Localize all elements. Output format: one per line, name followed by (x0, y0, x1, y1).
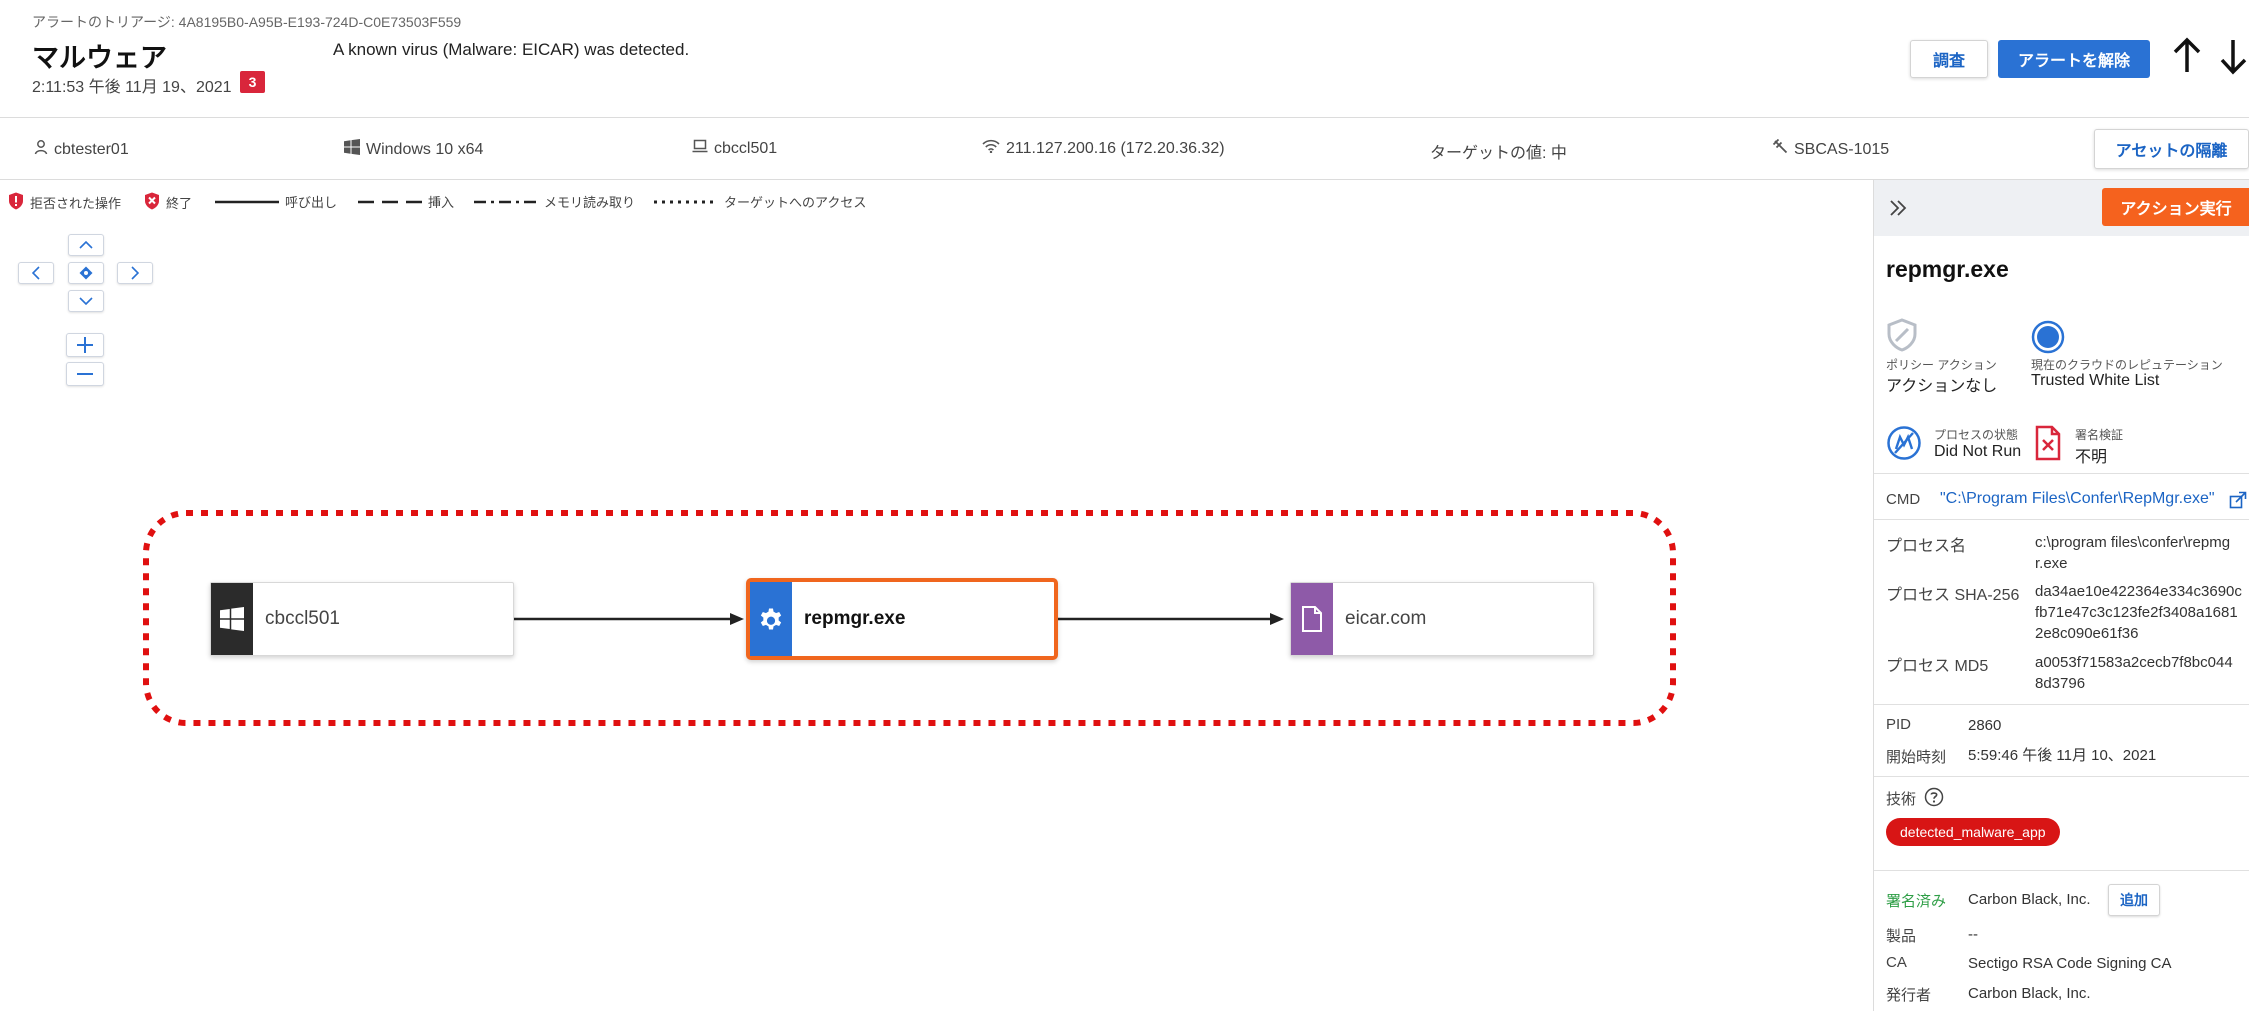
publisher-value: Carbon Black, Inc. (1968, 985, 2091, 1002)
divider (1874, 473, 2249, 474)
laptop-icon (692, 139, 708, 158)
windows-icon (344, 139, 360, 160)
pid-label: PID (1886, 716, 1912, 733)
isolate-asset-button[interactable]: アセットの隔離 (2094, 129, 2249, 169)
wifi-icon (982, 139, 1000, 158)
ca-value: Sectigo RSA Code Signing CA (1968, 955, 2172, 972)
severity-badge: 3 (240, 71, 265, 93)
product-value: -- (1968, 926, 1978, 943)
sha256-value: da34ae10e422364e334c3690c fb71e47c3c123f… (2035, 583, 2242, 642)
gear-icon (750, 582, 792, 656)
policy-action-value: アクションなし (1886, 378, 1998, 395)
graph-node-device[interactable]: cbccl501 (210, 582, 514, 656)
user-info: cbtester01 (34, 139, 129, 160)
node-label: cbccl501 (265, 608, 340, 629)
start-time-value: 5:59:46 午後 11月 10、2021 (1968, 747, 2157, 764)
shield-outline-icon (1886, 318, 1918, 357)
signature-label: 署名検証 (2075, 428, 2124, 442)
policy-action-label: ポリシー アクション (1886, 358, 1997, 372)
dismiss-alert-button[interactable]: アラートを解除 (1998, 40, 2150, 78)
device-info: cbccl501 (692, 139, 777, 158)
publisher-label: 発行者 (1886, 987, 1932, 1004)
arrow-down-icon[interactable] (2218, 34, 2249, 78)
collapse-panel-icon[interactable] (1888, 198, 1908, 223)
process-state-label: プロセスの状態 (1934, 428, 2019, 442)
divider (1874, 519, 2249, 520)
pid-value: 2860 (1968, 717, 2002, 734)
page-title: マルウェア (32, 43, 167, 73)
investigate-button[interactable]: 調査 (1910, 40, 1988, 78)
windows-icon (211, 583, 253, 655)
reputation-value: Trusted White List (2031, 372, 2160, 389)
target-value: ターゲットの値: 中 (1430, 139, 1567, 163)
arrowhead-icon (730, 613, 744, 625)
process-details-panel: アクション実行 repmgr.exe ポリシー アクション アクションなし 現在… (1873, 180, 2249, 1011)
arrowhead-icon (1270, 613, 1284, 625)
device-info-bar: cbtester01 Windows 10 x64 cbccl501 211.1… (0, 118, 2249, 180)
sha256-label: プロセス SHA-256 (1886, 587, 2020, 604)
graph-node-file[interactable]: eicar.com (1290, 582, 1594, 656)
policy-info: SBCAS-1015 (1772, 138, 1890, 160)
divider (1874, 870, 2249, 871)
os-name: Windows 10 x64 (366, 140, 484, 158)
cmd-label: CMD (1886, 491, 1921, 508)
md5-label: プロセス MD5 (1886, 658, 1989, 675)
technique-tag[interactable]: detected_malware_app (1886, 818, 2060, 846)
external-link-icon[interactable] (2229, 491, 2247, 514)
alert-id: アラートのトリアージ: 4A8195B0-A95B-E193-724D-C0E7… (32, 14, 462, 30)
md5-value: a0053f71583a2cecb7f8bc044 8d3796 (2035, 654, 2233, 692)
process-name-value: c:\program files\confer\repmg r.exe (2035, 534, 2231, 572)
technique-label: 技術 (1886, 791, 1917, 808)
start-time-label: 開始時刻 (1886, 749, 1947, 766)
help-icon[interactable] (1924, 787, 1944, 812)
add-button[interactable]: 追加 (2108, 884, 2160, 916)
arrow-up-icon[interactable] (2170, 34, 2204, 78)
graph-node-process[interactable]: repmgr.exe (746, 578, 1058, 660)
process-state-value: Did Not Run (1934, 443, 2022, 460)
target-value-text: ターゲットの値: 中 (1430, 145, 1567, 162)
device-name: cbccl501 (714, 139, 778, 157)
alert-header: アラートのトリアージ: 4A8195B0-A95B-E193-724D-C0E7… (0, 0, 2249, 118)
alert-timestamp: 2:11:53 午後 11月 19、2021 (32, 79, 232, 96)
reputation-icon (2031, 320, 2065, 359)
divider (1874, 776, 2249, 777)
signed-value: Carbon Black, Inc. (1968, 891, 2091, 908)
take-action-button[interactable]: アクション実行 (2102, 188, 2249, 226)
alert-reason: A known virus (Malware: EICAR) was detec… (333, 40, 690, 59)
ip-info: 211.127.200.16 (172.20.36.32) (982, 139, 1225, 158)
gavel-icon (1772, 138, 1788, 160)
user-name: cbtester01 (54, 140, 129, 158)
ca-label: CA (1886, 954, 1907, 971)
reputation-label: 現在のクラウドのレピュテーション (2031, 358, 2223, 372)
ip-address: 211.127.200.16 (172.20.36.32) (1006, 139, 1225, 157)
user-icon (34, 139, 48, 160)
node-label: repmgr.exe (804, 608, 906, 629)
policy-name: SBCAS-1015 (1794, 140, 1890, 158)
divider (1874, 704, 2249, 705)
process-title: repmgr.exe (1886, 256, 2009, 282)
signed-label: 署名済み (1886, 893, 1947, 910)
product-label: 製品 (1886, 928, 1917, 945)
panel-toolbar: アクション実行 (1874, 180, 2249, 236)
process-state-icon (1886, 425, 1922, 466)
process-name-label: プロセス名 (1886, 538, 1967, 555)
os-info: Windows 10 x64 (344, 139, 483, 160)
signature-unknown-icon (2035, 425, 2061, 466)
node-label: eicar.com (1345, 608, 1427, 629)
cmd-link[interactable]: "C:\Program Files\Confer\RepMgr.exe" (1940, 490, 2215, 508)
process-graph: cbccl501 repmgr.exe eicar.com (0, 180, 1873, 1011)
file-icon (1291, 583, 1333, 655)
signature-value: 不明 (2075, 449, 2108, 466)
